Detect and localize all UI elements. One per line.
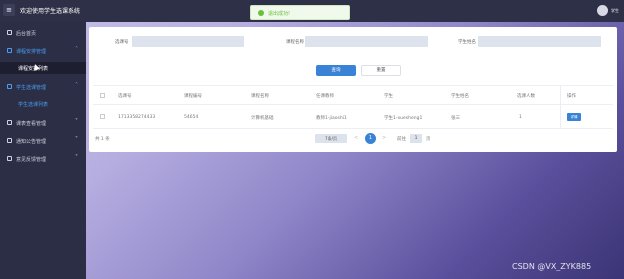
column-divider <box>560 85 561 129</box>
reset-button[interactable]: 重置 <box>361 65 401 76</box>
column-header: 课程编号 <box>184 94 202 99</box>
sidebar-item-label: 学生选课管理 <box>16 85 47 91</box>
check-circle-icon <box>258 10 264 16</box>
goto-label: 前往 <box>397 137 406 142</box>
home-icon <box>7 30 12 35</box>
column-header: 学生姓名 <box>451 94 469 99</box>
filter-label-student-name: 学生姓名 <box>458 40 476 45</box>
student-name-input[interactable] <box>478 36 601 47</box>
top-bar: ≡ 欢迎使用学生选课系统 退出成功! 学生 <box>0 0 624 22</box>
toast-text: 退出成功! <box>268 11 291 17</box>
sidebar-item-feedback[interactable]: 意见反馈管理 ˅ <box>0 152 86 166</box>
chevron-up-icon: ˄ <box>75 82 78 89</box>
grid-icon <box>7 120 12 125</box>
goto-page-input[interactable]: 1 <box>410 134 422 143</box>
filter-label-selection-no: 选课号 <box>115 40 129 45</box>
sidebar-item-timetable[interactable]: 课表查看管理 ˅ <box>0 116 86 130</box>
table-cell: 1713358274433 <box>118 115 156 120</box>
filter-label-course-name: 课程名称 <box>286 40 304 45</box>
avatar[interactable] <box>597 5 608 16</box>
sidebar-item-notices[interactable]: 通知公告管理 ˅ <box>0 134 86 148</box>
watermark: CSDN @VX_ZYK885 <box>512 262 592 271</box>
success-toast: 退出成功! <box>250 5 350 20</box>
table-cell: 1 <box>519 115 522 120</box>
goto-suffix: 页 <box>426 137 431 142</box>
selection-no-input[interactable] <box>132 36 244 47</box>
main-panel: 选课号 课程名称 学生姓名 查询 重置 选课号 课程编号 课程名称 任课教师 学… <box>89 27 617 152</box>
column-header: 选课号 <box>118 94 132 99</box>
page-number-current[interactable]: 1 <box>365 133 376 144</box>
app-title: 欢迎使用学生选课系统 <box>20 8 81 15</box>
total-count: 共 1 条 <box>95 137 110 142</box>
query-button[interactable]: 查询 <box>316 65 356 76</box>
sidebar-item-label: 课表查看管理 <box>16 121 47 127</box>
chevron-down-icon: ˅ <box>75 118 78 125</box>
table-cell: 教师1-jiaoshi1 <box>316 116 347 121</box>
prev-page-button[interactable]: < <box>354 135 358 141</box>
pagination: 共 1 条 7条/页 < 1 > 前往 1 页 <box>89 132 617 146</box>
chevron-up-icon: ˄ <box>75 46 78 53</box>
grid-icon <box>7 138 12 143</box>
table-cell: 计算机基础 <box>251 116 274 121</box>
sidebar-item-home[interactable]: 后台首页 <box>0 26 86 40</box>
table-cell: 学生1-xuesheng1 <box>384 116 423 121</box>
column-header: 课程名称 <box>251 94 269 99</box>
sidebar-item-course-selection[interactable]: 学生选课管理 ˄ <box>0 80 86 94</box>
sidebar-item-label: 通知公告管理 <box>16 139 47 145</box>
detail-button[interactable]: 详情 <box>567 113 581 121</box>
table-cell: 54654 <box>184 115 199 120</box>
column-header: 任课教师 <box>316 94 334 99</box>
sidebar-item-label: 后台首页 <box>16 31 37 37</box>
sidebar-item-course-arrangement[interactable]: 课程安排管理 ˄ <box>0 44 86 58</box>
course-name-input[interactable] <box>305 36 428 47</box>
user-name[interactable]: 学生 <box>611 8 619 14</box>
grid-icon <box>7 84 12 89</box>
sidebar-subitem-course-list[interactable]: 课程安排列表 <box>0 62 86 74</box>
menu-toggle-icon[interactable]: ≡ <box>3 4 15 16</box>
column-header: 选课人数 <box>517 94 535 99</box>
table-row: 1713358274433 54654 计算机基础 教师1-jiaoshi1 学… <box>93 107 613 129</box>
row-checkbox[interactable] <box>100 114 105 119</box>
chevron-down-icon: ˅ <box>75 136 78 143</box>
chevron-down-icon: ˅ <box>75 154 78 161</box>
grid-icon <box>7 156 12 161</box>
column-header: 学生 <box>384 94 393 99</box>
table-header: 选课号 课程编号 课程名称 任课教师 学生 学生姓名 选课人数 操作 <box>93 85 613 105</box>
sidebar-subitem-selection-list[interactable]: 学生选课列表 <box>0 98 86 110</box>
select-all-checkbox[interactable] <box>100 93 105 98</box>
sidebar-item-label: 课程安排管理 <box>16 49 47 55</box>
grid-icon <box>7 48 12 53</box>
next-page-button[interactable]: > <box>382 135 386 141</box>
page-size-select[interactable]: 7条/页 <box>315 134 347 143</box>
table-cell: 张三 <box>451 116 460 121</box>
sidebar-item-label: 学生选课列表 <box>18 102 49 108</box>
column-header: 操作 <box>567 94 576 99</box>
sidebar: 后台首页 课程安排管理 ˄ 课程安排列表 学生选课管理 ˄ 学生选课列表 课表查… <box>0 22 86 279</box>
sidebar-item-label: 意见反馈管理 <box>16 157 47 163</box>
